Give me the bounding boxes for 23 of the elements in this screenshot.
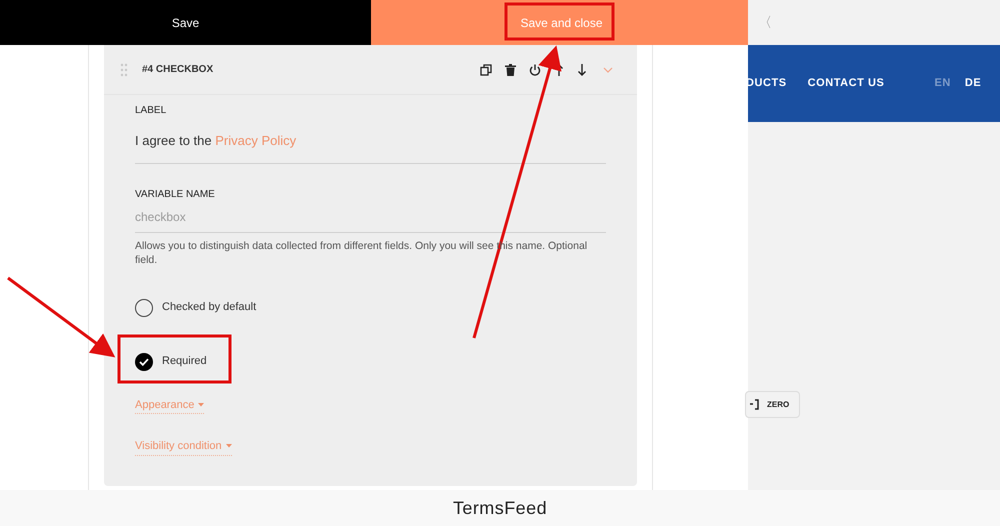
trash-icon[interactable] [505,64,516,76]
radio-checkbox[interactable] [135,352,153,370]
frame-icon [750,399,759,410]
variable-name-input[interactable]: checkbox [135,208,606,232]
field-caption: LABEL [135,104,168,118]
power-icon[interactable] [529,64,541,76]
drag-handle-icon[interactable] [120,62,128,76]
label-input-field[interactable]: I agree to the Privacy Policy [135,131,606,164]
toolbar-button[interactable]: Save [160,10,212,36]
language-link[interactable]: DE [964,75,982,92]
caret-icon [198,402,204,407]
field-caption: VARIABLE NAME [135,188,216,202]
nav-link[interactable]: CONTACT US [808,75,884,92]
zero-button[interactable]: ZERO [745,391,800,418]
radio-checkbox[interactable] [135,298,153,316]
checkmark-icon [139,358,149,366]
caret-icon [226,444,232,448]
option-label: Required [162,354,207,370]
option-label: Checked by default [162,300,256,316]
copy-icon[interactable] [480,64,492,76]
field-title: #4 CHECKBOX [142,63,214,77]
footer-brand: TermsFeed [452,496,548,520]
down-arrow-icon[interactable] [577,64,587,76]
